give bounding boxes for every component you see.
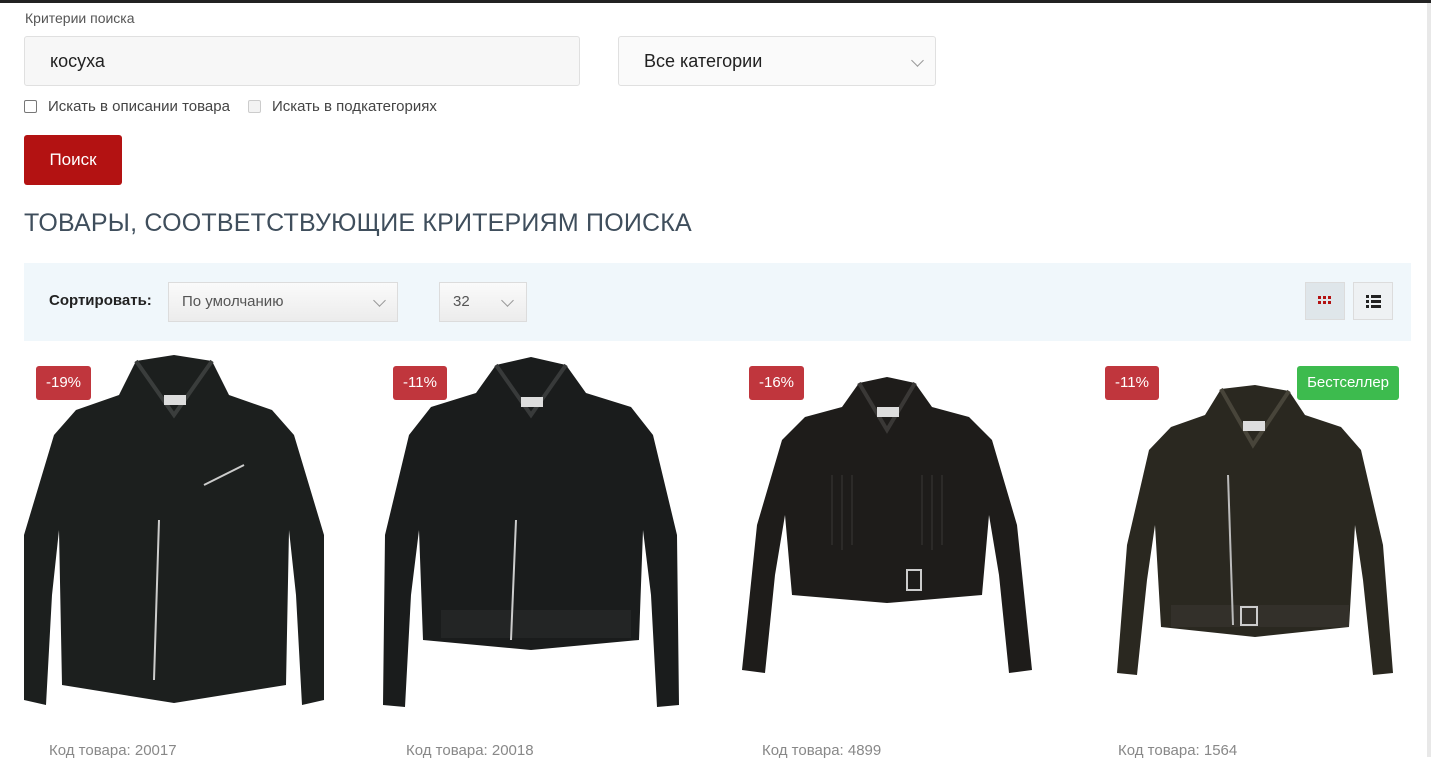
discount-badge: -11% <box>393 366 447 400</box>
product-image[interactable] <box>381 355 681 725</box>
limit-select[interactable]: 32 <box>439 282 527 322</box>
product-card[interactable]: -11% Бестселлер Код товара: 1564 <box>1093 355 1399 759</box>
product-image[interactable] <box>1093 355 1393 725</box>
product-code: Код товара: 20017 <box>49 742 177 759</box>
product-code: Код товара: 20018 <box>406 742 534 759</box>
chevron-down-icon <box>501 294 514 307</box>
chevron-down-icon <box>373 294 386 307</box>
chevron-down-icon <box>911 54 924 67</box>
results-title: ТОВАРЫ, СООТВЕТСТВУЮЩИЕ КРИТЕРИЯМ ПОИСКА <box>24 209 692 237</box>
product-card[interactable]: -11% Код товара: 20018 <box>381 355 681 759</box>
sort-toolbar: Сортировать: По умолчанию 32 <box>24 263 1411 341</box>
product-image[interactable] <box>737 355 1037 725</box>
product-image[interactable] <box>24 355 324 725</box>
product-card[interactable]: -16% Код товара: 4899 <box>737 355 1037 759</box>
search-description-checkbox[interactable] <box>24 100 37 113</box>
sort-select-value: По умолчанию <box>182 293 284 310</box>
search-subcategories-option[interactable]: Искать в подкатегориях <box>248 98 437 115</box>
list-icon <box>1366 295 1381 308</box>
sort-select[interactable]: По умолчанию <box>168 282 398 322</box>
list-view-button[interactable] <box>1353 282 1393 320</box>
search-subcategories-label: Искать в подкатегориях <box>272 98 437 115</box>
search-description-option[interactable]: Искать в описании товара <box>24 98 230 115</box>
product-card[interactable]: -19% Код товара: 20017 <box>24 355 324 759</box>
top-border <box>0 0 1431 3</box>
sort-label: Сортировать: <box>49 292 152 309</box>
search-criteria-label: Критерии поиска <box>25 10 135 26</box>
search-subcategories-checkbox[interactable] <box>248 100 261 113</box>
discount-badge: -11% <box>1105 366 1159 400</box>
jacket-image <box>24 355 324 705</box>
category-select[interactable]: Все категории <box>618 36 936 86</box>
product-code: Код товара: 4899 <box>762 742 882 759</box>
discount-badge: -16% <box>749 366 805 400</box>
limit-select-value: 32 <box>453 293 470 310</box>
discount-badge: -19% <box>36 366 92 400</box>
search-button[interactable]: Поиск <box>24 135 122 185</box>
grid-icon <box>1318 296 1331 304</box>
product-code: Код товара: 1564 <box>1118 742 1238 759</box>
category-select-value: Все категории <box>644 51 763 71</box>
grid-view-button[interactable] <box>1305 282 1345 320</box>
scrollbar[interactable] <box>1427 3 1431 757</box>
search-input[interactable] <box>24 36 580 86</box>
jacket-image <box>742 377 1032 673</box>
bestseller-badge: Бестселлер <box>1297 366 1399 400</box>
jacket-image <box>1117 385 1393 675</box>
search-description-label: Искать в описании товара <box>48 98 230 115</box>
jacket-image <box>383 357 679 707</box>
